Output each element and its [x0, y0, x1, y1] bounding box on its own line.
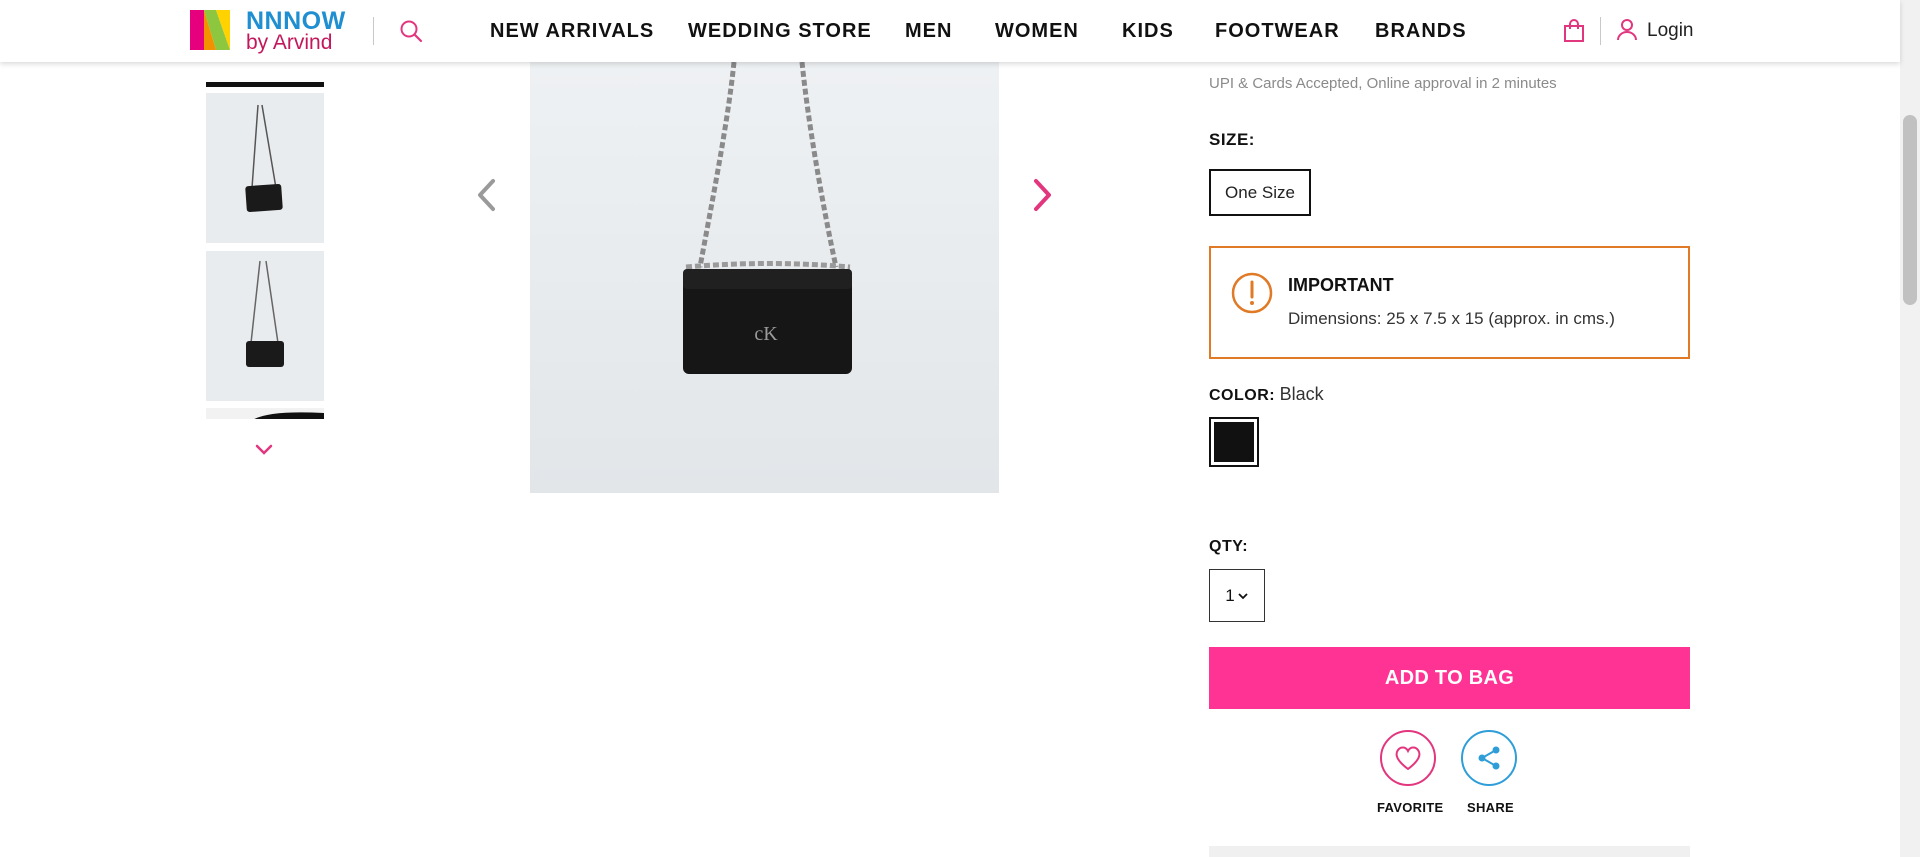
bag-side-view-image: [206, 93, 324, 243]
product-thumbnail[interactable]: [206, 408, 324, 419]
important-title: IMPORTANT: [1288, 275, 1394, 295]
quantity-label: QTY:: [1209, 538, 1249, 555]
svg-text:cK: cK: [754, 323, 778, 345]
dimensions-text: Dimensions: 25 x 7.5 x 15 (approx. in cm…: [1288, 309, 1615, 328]
nav-men[interactable]: MEN: [905, 20, 952, 43]
next-section-edge: [1209, 846, 1690, 857]
nav-footwear[interactable]: FOOTWEAR: [1215, 20, 1340, 43]
crossbody-bag-image: cK: [530, 61, 999, 493]
chevron-down-icon[interactable]: [254, 443, 274, 457]
favorite-label: FAVORITE: [1377, 800, 1444, 815]
exclamation-icon: [1231, 272, 1273, 314]
search-icon[interactable]: [399, 19, 423, 43]
page-scrollbar-thumb[interactable]: [1903, 115, 1917, 305]
thumbnail-selected-indicator: [206, 82, 324, 87]
login-link[interactable]: Login: [1647, 20, 1694, 42]
product-thumbnail[interactable]: [206, 93, 324, 243]
color-label: COLOR:: [1209, 387, 1276, 404]
shopping-bag-icon[interactable]: [1563, 19, 1585, 43]
share-label: SHARE: [1467, 800, 1515, 815]
site-header: NNNOW by Arvind NEW ARRIVALS WEDDING STO…: [0, 0, 1900, 62]
color-section: COLOR: Black: [1209, 384, 1324, 405]
user-icon[interactable]: [1617, 19, 1637, 41]
size-label: SIZE:: [1209, 130, 1255, 149]
color-value: Black: [1279, 384, 1324, 404]
heart-icon: [1395, 746, 1421, 771]
share-icon: [1478, 746, 1500, 770]
color-swatch-black[interactable]: [1209, 417, 1259, 467]
add-to-bag-button[interactable]: ADD TO BAG: [1209, 647, 1690, 709]
previous-image-arrow-icon[interactable]: [476, 178, 498, 212]
header-divider: [373, 17, 374, 45]
product-thumbnail[interactable]: [206, 251, 324, 401]
nav-women[interactable]: WOMEN: [995, 20, 1079, 43]
important-notice: IMPORTANT Dimensions: 25 x 7.5 x 15 (app…: [1209, 246, 1690, 359]
emi-info-text: UPI & Cards Accepted, Online approval in…: [1209, 75, 1557, 92]
nav-brands[interactable]: BRANDS: [1375, 20, 1467, 43]
share-button[interactable]: [1461, 730, 1517, 786]
nav-kids[interactable]: KIDS: [1122, 20, 1174, 43]
quantity-select[interactable]: 1: [1209, 569, 1265, 622]
main-product-image[interactable]: cK: [530, 61, 999, 493]
next-image-arrow-icon[interactable]: [1031, 178, 1053, 212]
chevron-down-icon: [1238, 592, 1248, 599]
favorite-button[interactable]: [1380, 730, 1436, 786]
brand-logo-mark[interactable]: [190, 10, 230, 50]
brand-subtitle: by Arvind: [246, 31, 333, 54]
quantity-value: 1: [1225, 585, 1235, 605]
nav-wedding-store[interactable]: WEDDING STORE: [688, 20, 872, 43]
bag-front-view-image: [206, 251, 324, 401]
bag-detail-image: [254, 412, 324, 419]
header-divider: [1600, 17, 1601, 45]
size-option-one-size[interactable]: One Size: [1209, 169, 1311, 216]
nav-new-arrivals[interactable]: NEW ARRIVALS: [490, 20, 654, 43]
